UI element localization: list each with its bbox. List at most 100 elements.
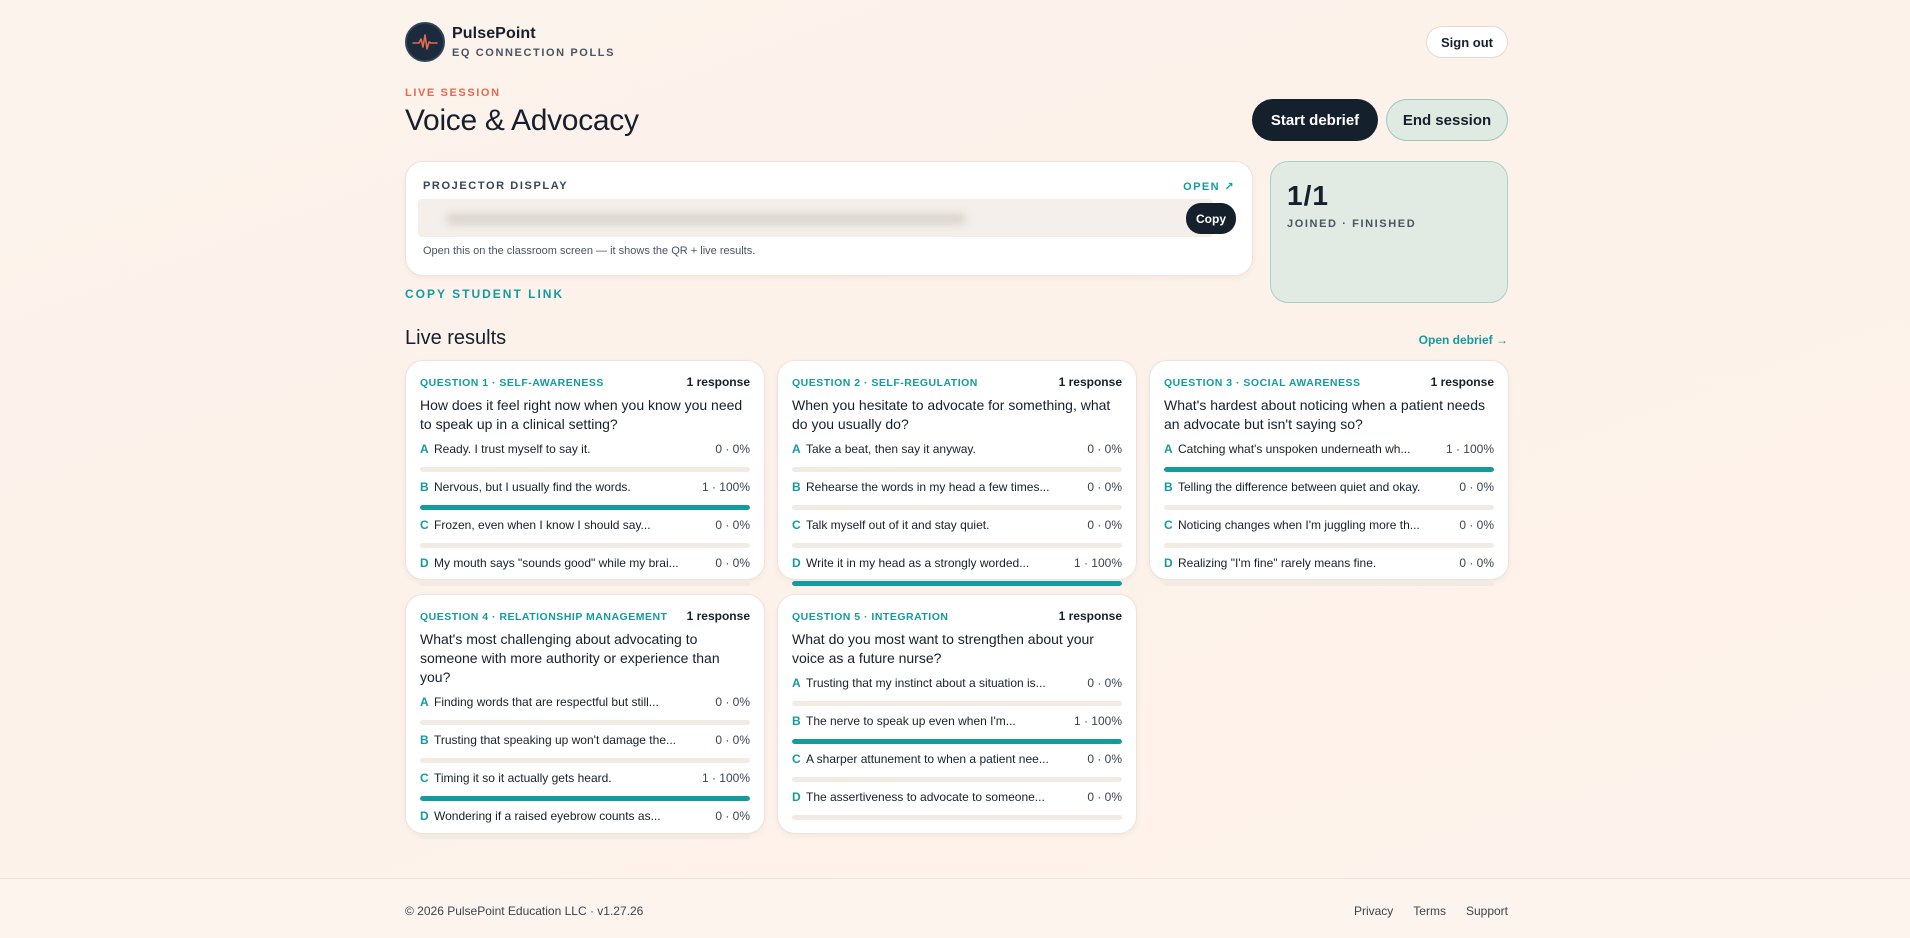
privacy-link[interactable]: Privacy [1354, 904, 1393, 918]
question-tag: QUESTION 1 · SELF-AWARENESS [420, 377, 604, 389]
open-projector-link[interactable]: OPEN ↗ [1183, 180, 1235, 193]
live-session-label: LIVE SESSION [405, 87, 501, 99]
option-text: Finding words that are respectful but st… [434, 695, 659, 709]
projector-help-text: Open this on the classroom screen — it s… [423, 245, 756, 257]
option-letter: D [792, 556, 801, 570]
option-letter: A [1164, 442, 1173, 456]
option-count: 0 · 0% [1459, 518, 1494, 532]
question-card: QUESTION 4 · RELATIONSHIP MANAGEMENT 1 re… [405, 594, 765, 839]
option-bar-track [420, 758, 750, 763]
projector-display-card: PROJECTOR DISPLAY OPEN ↗ Copy Open this … [405, 161, 1253, 276]
option-bar-track [420, 796, 750, 801]
option-letter: C [792, 518, 801, 532]
option-text: The assertiveness to advocate to someone… [806, 790, 1045, 804]
option-letter: C [420, 518, 429, 532]
option-count: 0 · 0% [715, 695, 750, 709]
option-bar-fill [420, 505, 750, 510]
option-count: 0 · 0% [1087, 676, 1122, 690]
option-text: Frozen, even when I know I should say... [434, 518, 651, 532]
response-count: 1 response [1058, 375, 1122, 389]
response-count: 1 response [1058, 609, 1122, 623]
answer-option: A Finding words that are respectful but s… [420, 693, 750, 725]
answer-option: C Talk myself out of it and stay quiet. 0 … [792, 516, 1122, 548]
option-bar-track [792, 543, 1122, 548]
brand-name: PulsePoint [452, 25, 536, 42]
question-card: QUESTION 2 · SELF-REGULATION 1 response Wh… [777, 360, 1137, 586]
option-bar-track [792, 739, 1122, 744]
option-letter: A [420, 695, 429, 709]
question-tag: QUESTION 4 · RELATIONSHIP MANAGEMENT [420, 611, 668, 623]
option-bar-track [420, 720, 750, 725]
option-letter: D [420, 809, 429, 823]
option-bar-track [792, 701, 1122, 706]
start-debrief-button[interactable]: Start debrief [1252, 99, 1378, 141]
question-card: QUESTION 3 · SOCIAL AWARENESS 1 response W… [1149, 360, 1509, 586]
copy-url-button[interactable]: Copy [1186, 203, 1236, 234]
answer-option: B Nervous, but I usually find the words. 1… [420, 478, 750, 510]
open-debrief-link[interactable]: Open debrief → [1419, 333, 1508, 347]
option-bar-track [792, 581, 1122, 586]
option-count: 0 · 0% [715, 518, 750, 532]
footer: © 2026 PulsePoint Education LLC · v1.27.… [0, 878, 1910, 938]
answer-option: D The assertiveness to advocate to someon… [792, 788, 1122, 820]
question-text: When you hesitate to advocate for someth… [792, 397, 1111, 432]
answer-option: A Catching what's unspoken underneath wh.… [1164, 440, 1494, 472]
option-bar-track [1164, 467, 1494, 472]
option-text: Trusting that speaking up won't damage t… [434, 733, 676, 747]
copy-student-link[interactable]: COPY STUDENT LINK [405, 287, 564, 301]
sign-out-button[interactable]: Sign out [1426, 26, 1508, 58]
option-text: Trusting that my instinct about a situat… [806, 676, 1046, 690]
option-text: Rehearse the words in my head a few time… [806, 480, 1050, 494]
option-letter: B [420, 733, 429, 747]
answer-option: D Write it in my head as a strongly worde… [792, 554, 1122, 586]
answer-option: D Wondering if a raised eyebrow counts as… [420, 807, 750, 839]
option-count: 0 · 0% [715, 733, 750, 747]
option-count: 0 · 0% [715, 556, 750, 570]
option-text: Timing it so it actually gets heard. [434, 771, 612, 785]
answer-option: B The nerve to speak up even when I'm... 1… [792, 712, 1122, 744]
brand: PulsePoint EQ CONNECTION POLLS [405, 22, 615, 62]
option-text: A sharper attunement to when a patient n… [806, 752, 1049, 766]
end-session-button[interactable]: End session [1386, 99, 1508, 141]
option-text: Talk myself out of it and stay quiet. [806, 518, 990, 532]
option-bar-track [420, 581, 750, 586]
answer-option: B Trusting that speaking up won't damage … [420, 731, 750, 763]
option-count: 0 · 0% [715, 442, 750, 456]
footer-links: Privacy Terms Support [1354, 904, 1508, 918]
option-text: Realizing "I'm fine" rarely means fine. [1178, 556, 1377, 570]
terms-link[interactable]: Terms [1413, 904, 1446, 918]
question-tag: QUESTION 5 · INTEGRATION [792, 611, 949, 623]
option-count: 1 · 100% [701, 480, 750, 494]
question-text: How does it feel right now when you know… [420, 397, 743, 432]
question-text: What's most challenging about advocating… [420, 631, 720, 685]
option-bar-track [1164, 581, 1494, 586]
option-text: My mouth says "sounds good" while my bra… [434, 556, 679, 570]
option-text: Write it in my head as a strongly worded… [806, 556, 1030, 570]
brand-subtitle: EQ CONNECTION POLLS [452, 47, 616, 59]
answer-option: A Take a beat, then say it anyway. 0 · 0% [792, 440, 1122, 472]
option-count: 1 · 100% [1073, 556, 1122, 570]
option-letter: D [1164, 556, 1173, 570]
option-text: Telling the difference between quiet and… [1178, 480, 1421, 494]
option-text: Nervous, but I usually find the words. [434, 480, 631, 494]
projector-url-field[interactable] [418, 199, 1213, 237]
answer-option: D Realizing "I'm fine" rarely means fine.… [1164, 554, 1494, 586]
question-tag: QUESTION 3 · SOCIAL AWARENESS [1164, 377, 1361, 389]
option-count: 0 · 0% [1087, 480, 1122, 494]
pulse-logo-icon [405, 22, 445, 62]
option-text: The nerve to speak up even when I'm... [806, 714, 1016, 728]
option-bar-fill [792, 739, 1122, 744]
response-count: 1 response [686, 609, 750, 623]
option-text: Noticing changes when I'm juggling more … [1178, 518, 1420, 532]
option-bar-track [420, 505, 750, 510]
answer-option: C A sharper attunement to when a patient … [792, 750, 1122, 782]
answer-option: B Rehearse the words in my head a few tim… [792, 478, 1122, 510]
support-link[interactable]: Support [1466, 904, 1508, 918]
response-count: 1 response [1430, 375, 1494, 389]
option-letter: B [792, 480, 801, 494]
option-letter: B [420, 480, 429, 494]
option-count: 1 · 100% [701, 771, 750, 785]
option-bar-track [792, 777, 1122, 782]
option-bar-track [420, 543, 750, 548]
answer-option: C Timing it so it actually gets heard. 1 ·… [420, 769, 750, 801]
